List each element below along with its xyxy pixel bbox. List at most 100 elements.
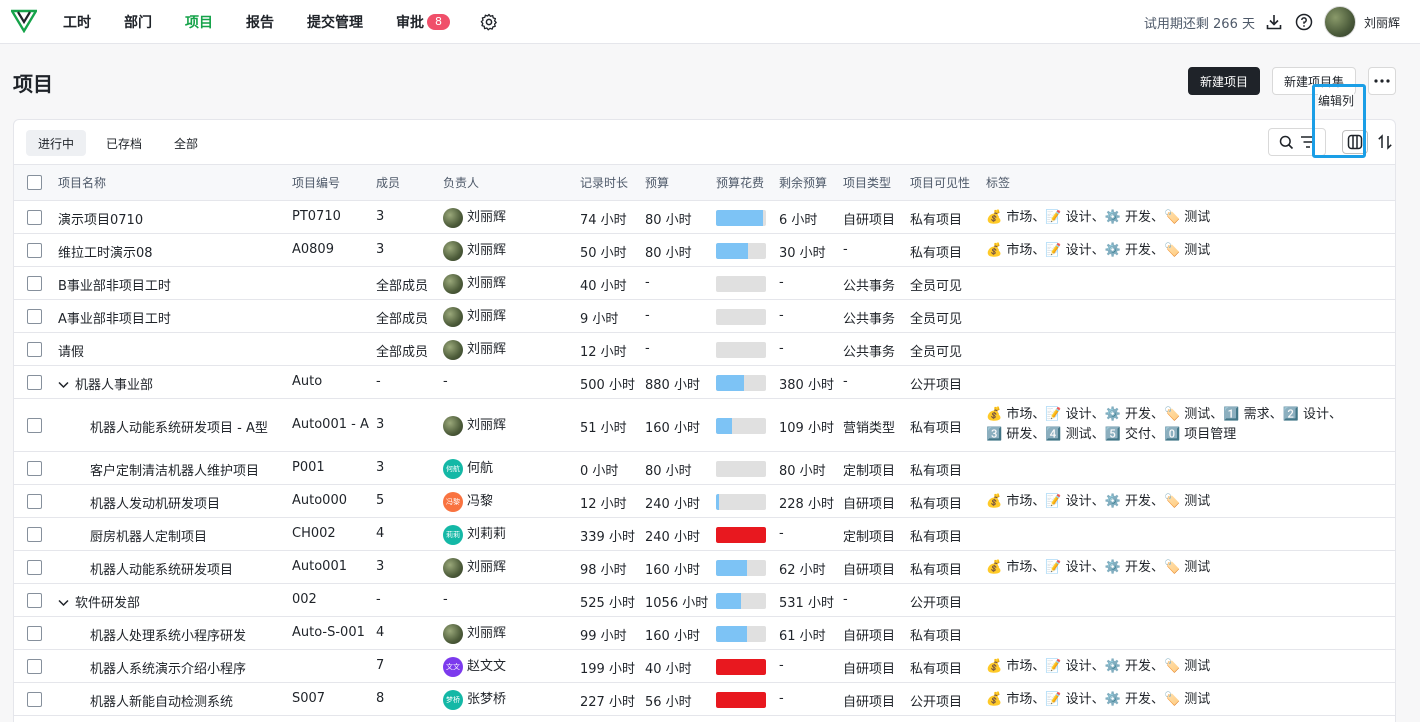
owner-name: 刘丽辉 — [467, 560, 507, 575]
member-count: 3 — [376, 460, 385, 475]
nav-item-2[interactable]: 项目 — [185, 0, 213, 44]
budget-hours: 80 小时 — [645, 213, 692, 228]
logged-hours: 99 小时 — [580, 629, 627, 644]
nav-item-0[interactable]: 工时 — [63, 0, 91, 44]
row-checkbox[interactable] — [27, 659, 42, 674]
table-row[interactable]: 机器人系统演示介绍小程序 7 文文 赵文文 199 小时 40 小时 - 自研项目 私有项目 💰 … — [14, 650, 1395, 683]
download-icon[interactable] — [1264, 12, 1284, 32]
col-header-code[interactable]: 项目编号 — [292, 165, 340, 201]
budget-spend-fill — [716, 692, 766, 708]
table-row[interactable]: 机器人发动机研发项目 Auto000 5 冯黎 冯黎 12 小时 240 小时 228 小时自… — [14, 485, 1395, 518]
remaining-budget: - — [779, 691, 784, 706]
nav-item-3[interactable]: 报告 — [246, 0, 274, 44]
row-checkbox[interactable] — [27, 375, 42, 390]
project-name[interactable]: 请假 — [58, 341, 84, 360]
logged-hours: 227 小时 — [580, 695, 635, 710]
table-row[interactable]: 维拉工时演示08 A0809 3 刘丽辉 50 小时 80 小时 30 小时 - 私有项目 💰 市… — [14, 234, 1395, 267]
col-header-spend[interactable]: 预算花费 — [716, 165, 764, 201]
nav-item-5[interactable]: 审批 8 — [396, 0, 450, 44]
chevron-down-icon[interactable] — [58, 378, 69, 393]
budget-hours: 40 小时 — [645, 662, 692, 677]
row-checkbox[interactable] — [27, 418, 42, 433]
table-row[interactable]: 机器人新能自动检测系统 S007 8 梦桥 张梦桥 227 小时 56 小时 - 自研项目 公开项… — [14, 683, 1395, 716]
sort-icon[interactable] — [1376, 133, 1394, 151]
project-visibility: 全员可见 — [910, 312, 963, 327]
project-visibility: 私有项目 — [910, 629, 963, 644]
project-name[interactable]: 机器人系统演示介绍小程序 — [90, 658, 246, 677]
project-name[interactable]: 厨房机器人定制项目 — [90, 526, 207, 545]
table-row[interactable]: 演示项目0710 PT0710 3 刘丽辉 74 小时 80 小时 6 小时 自研项目 私有项目… — [14, 201, 1395, 234]
project-name[interactable]: 客户定制清洁机器人维护项目 — [90, 460, 259, 479]
new-project-button[interactable]: 新建项目 — [1188, 67, 1260, 95]
main-nav: 工时 部门 项目 报告 提交管理 审批 8 — [63, 0, 531, 44]
col-header-budget[interactable]: 预算 — [645, 165, 669, 201]
tab-0[interactable]: 进行中 — [26, 130, 87, 156]
col-header-type[interactable]: 项目类型 — [843, 165, 891, 201]
owner-avatar: 何航 — [443, 458, 463, 479]
table-row[interactable]: 机器人动能系统研发项目 Auto001 3 刘丽辉 98 小时 160 小时 62 小时 自研… — [14, 551, 1395, 584]
tag-item: ⚙️ 开发、 — [1104, 407, 1164, 422]
user-avatar[interactable] — [1323, 6, 1356, 38]
project-name[interactable]: 机器人发动机研发项目 — [90, 493, 220, 512]
help-icon[interactable] — [1294, 12, 1314, 32]
table-row[interactable]: B事业部非项目工时 全部成员 刘丽辉 40 小时 - - 公共事务 全员可见 — [14, 267, 1395, 300]
project-name[interactable]: 机器人动能系统研发项目 — [90, 559, 233, 578]
project-name[interactable]: 维拉工时演示08 — [58, 242, 153, 261]
row-checkbox[interactable] — [27, 626, 42, 641]
nav-item-4[interactable]: 提交管理 — [307, 0, 363, 44]
table-row[interactable]: 厨房机器人定制项目 CH002 4 莉莉 刘莉莉 339 小时 240 小时 - 定制项目 私有项… — [14, 518, 1395, 551]
group-name[interactable]: 机器人事业部 — [58, 374, 153, 393]
select-all-checkbox[interactable] — [27, 175, 42, 190]
budget-spend-fill — [716, 626, 747, 642]
row-checkbox[interactable] — [27, 309, 42, 324]
tab-1[interactable]: 已存档 — [94, 130, 154, 156]
row-checkbox[interactable] — [27, 560, 42, 575]
tab-2[interactable]: 全部 — [162, 130, 210, 156]
settings-gear-icon[interactable] — [480, 0, 498, 44]
col-header-tags[interactable]: 标签 — [986, 165, 1010, 201]
project-name[interactable]: B事业部非项目工时 — [58, 275, 171, 294]
project-visibility: 私有项目 — [910, 421, 963, 436]
project-name[interactable]: 机器人动能系统研发项目 - A型 — [90, 417, 268, 436]
table-row[interactable]: 请假 全部成员 刘丽辉 12 小时 - - 公共事务 全员可见 — [14, 333, 1395, 366]
project-name[interactable]: 机器人新能自动检测系统 — [90, 691, 233, 710]
table-row[interactable]: 机器人处理系统小程序研发 Auto-S-001 4 刘丽辉 99 小时 160 小时 61 … — [14, 617, 1395, 650]
remaining-budget: - — [779, 341, 784, 356]
table-group-row[interactable]: 软件研发部 002- -525 小时 1056 小时 531 小时 - 公开项目 — [14, 584, 1395, 617]
more-options-button[interactable] — [1368, 67, 1396, 95]
col-header-owner[interactable]: 负责人 — [443, 165, 479, 201]
row-checkbox[interactable] — [27, 461, 42, 476]
table-group-row[interactable]: 机器人事业部 Auto - -500 小时 880 小时 380 小时 - 公开项目 — [14, 366, 1395, 399]
col-header-members[interactable]: 成员 — [376, 165, 400, 201]
budget-spend-bar — [716, 461, 766, 477]
table-row[interactable]: A事业部非项目工时 全部成员 刘丽辉 9 小时 - - 公共事务 全员可见 — [14, 300, 1395, 333]
col-header-visibility[interactable]: 项目可见性 — [910, 165, 970, 201]
row-checkbox[interactable] — [27, 210, 42, 225]
tag-list: 💰 市场、📝 设计、⚙️ 开发、🏷️ 测试 — [986, 208, 1210, 228]
row-checkbox[interactable] — [27, 342, 42, 357]
logged-hours: 50 小时 — [580, 246, 627, 261]
nav-item-1[interactable]: 部门 — [124, 0, 152, 44]
app-logo-icon[interactable] — [11, 9, 37, 33]
tag-item: ⚙️ 开发、 — [1104, 210, 1164, 225]
col-header-name[interactable]: 项目名称 — [58, 165, 106, 201]
search-icon[interactable] — [1277, 133, 1295, 151]
project-name[interactable]: A事业部非项目工时 — [58, 308, 171, 327]
project-name[interactable]: 演示项目0710 — [58, 209, 143, 228]
owner-name: 赵文文 — [467, 659, 507, 674]
row-checkbox[interactable] — [27, 243, 42, 258]
user-name[interactable]: 刘丽辉 — [1364, 14, 1400, 31]
col-header-logged[interactable]: 记录时长 — [580, 165, 628, 201]
table-row[interactable]: 客户定制清洁机器人维护项目 P001 3 何航 何航 0 小时 80 小时 80 小时 定制项目… — [14, 452, 1395, 485]
project-name[interactable]: 机器人处理系统小程序研发 — [90, 625, 246, 644]
table-row[interactable]: 机器人动能系统研发项目 - A型 Auto001 - A 3 刘丽辉 51 小时 160 … — [14, 399, 1395, 452]
chevron-down-icon[interactable] — [58, 596, 69, 611]
col-header-remaining[interactable]: 剩余预算 — [779, 165, 827, 201]
row-checkbox[interactable] — [27, 527, 42, 542]
row-checkbox[interactable] — [27, 494, 42, 509]
owner-avatar — [443, 339, 463, 360]
row-checkbox[interactable] — [27, 692, 42, 707]
row-checkbox[interactable] — [27, 276, 42, 291]
group-name[interactable]: 软件研发部 — [58, 592, 140, 611]
row-checkbox[interactable] — [27, 593, 42, 608]
